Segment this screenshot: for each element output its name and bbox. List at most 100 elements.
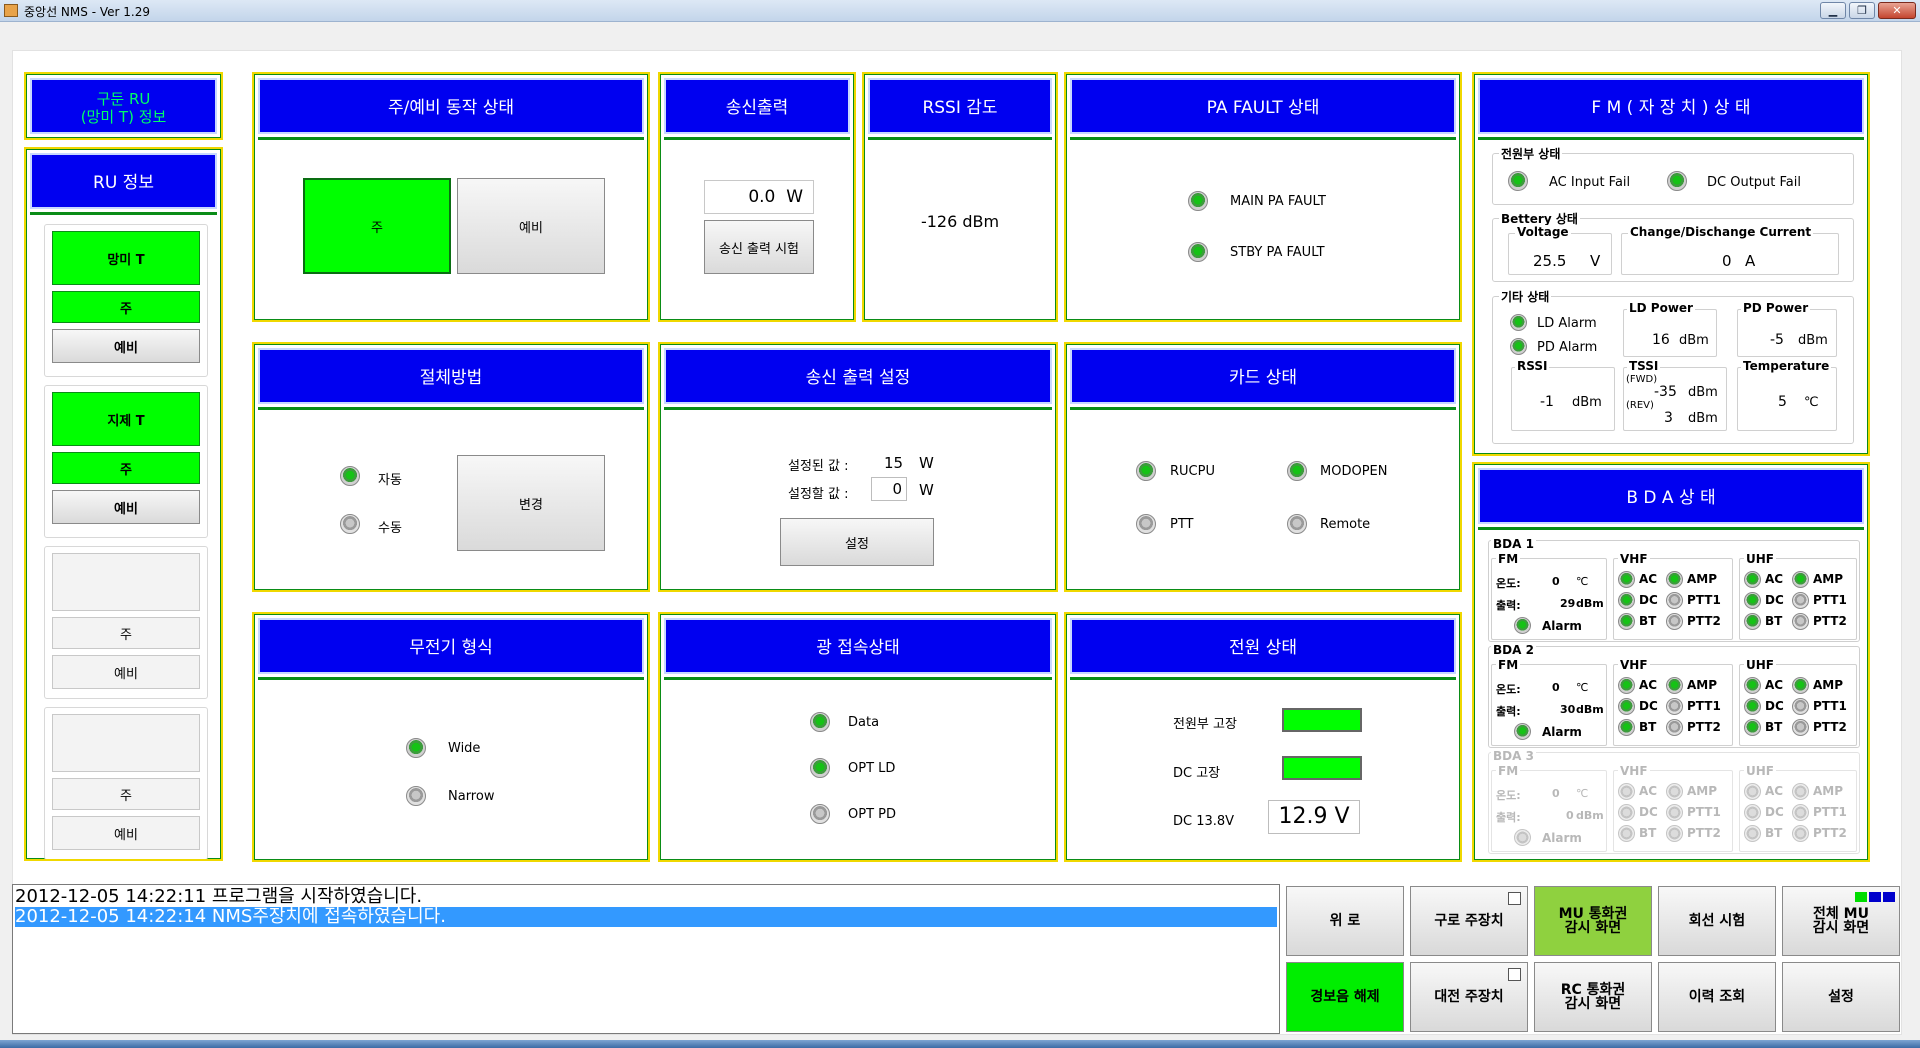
log-line-selected[interactable]: 2012-12-05 14:22:14 NMS주장치에 접속하였습니다. — [15, 907, 1277, 927]
bda-temp-label: 온도: — [1496, 577, 1521, 590]
uhf-amp-led — [1792, 783, 1809, 800]
pd-power-unit: dBm — [1798, 333, 1828, 348]
auto-radio[interactable] — [340, 466, 360, 486]
bda-unit-1: BDA 1 FM 온도: 0 ℃ 출력: 29 dBm Alarm VHF AC… — [1488, 537, 1860, 642]
ru-slot-name[interactable] — [52, 714, 200, 772]
tx-output-body: 0.0 W 송신 출력 시험 — [664, 137, 850, 316]
uhf-dc-led — [1744, 592, 1761, 609]
ru-main-button[interactable]: 주 — [52, 291, 200, 323]
bda-output-unit: dBm — [1576, 809, 1604, 822]
rssi-panel: RSSI 감도 -126 dBm — [862, 72, 1058, 322]
bda-vhf-box: VHF AC AMP DC PTT1 BT PTT2 — [1613, 552, 1733, 640]
close-button[interactable]: ✕ — [1878, 2, 1916, 19]
tssi-fwd-value: -35 — [1654, 384, 1677, 400]
guro-main-unit-button[interactable]: 구로 주장치 — [1410, 886, 1528, 956]
repeater-type-title: 무전기 형식 — [258, 618, 644, 674]
main-pa-fault-led — [1188, 191, 1208, 211]
ld-power-value: 16 — [1652, 332, 1670, 348]
ru-main-button[interactable]: 주 — [52, 778, 200, 810]
bda-alarm-label: Alarm — [1542, 725, 1582, 739]
daejeon-checkbox[interactable] — [1508, 968, 1521, 981]
ru-standby-button[interactable]: 예비 — [52, 490, 200, 524]
ru-slot-name[interactable] — [52, 553, 200, 611]
power-status-title: 전원 상태 — [1070, 618, 1456, 674]
event-log[interactable]: 2012-12-05 14:22:11 프로그램을 시작하였습니다. 2012-… — [12, 884, 1280, 1034]
tssi-fwd-unit: dBm — [1688, 385, 1718, 400]
ptt-led — [1136, 514, 1156, 534]
bda-alarm-label: Alarm — [1542, 619, 1582, 633]
ru-slot-name[interactable]: 망미 T — [52, 231, 200, 285]
manual-radio[interactable] — [340, 514, 360, 534]
vhf-amp-label: AMP — [1687, 784, 1718, 798]
uhf-ac-led — [1744, 677, 1761, 694]
guro-checkbox[interactable] — [1508, 892, 1521, 905]
ru-standby-button[interactable]: 예비 — [52, 329, 200, 363]
settings-button[interactable]: 설정 — [1782, 962, 1900, 1032]
voltage-unit: V — [1590, 252, 1601, 270]
tx-setting-title: 송신 출력 설정 — [664, 348, 1052, 404]
rc-coverage-button[interactable]: RC 통화권 감시 화면 — [1534, 962, 1652, 1032]
ru-slot-2: 지제 T 주 예비 — [44, 385, 208, 538]
ru-main-button[interactable]: 주 — [52, 452, 200, 484]
bda-uhf-box: UHF AC AMP DC PTT1 BT PTT2 — [1739, 552, 1857, 640]
ru-standby-button[interactable]: 예비 — [52, 655, 200, 689]
uhf-dc-led — [1744, 698, 1761, 715]
maximize-button[interactable]: ❐ — [1849, 2, 1875, 19]
bda-temp-unit: ℃ — [1576, 575, 1589, 588]
vhf-ptt2-led — [1666, 613, 1683, 630]
vhf-ptt1-label: PTT1 — [1687, 699, 1721, 713]
apply-setting-button[interactable]: 설정 — [780, 518, 934, 566]
uhf-dc-label: DC — [1765, 699, 1784, 713]
mu-coverage-button[interactable]: MU 통화권 감시 화면 — [1534, 886, 1652, 956]
vhf-ac-led — [1618, 783, 1635, 800]
fm-rssi-label: RSSI — [1515, 359, 1550, 373]
uhf-amp-label: AMP — [1813, 678, 1844, 692]
standby-button[interactable]: 예비 — [457, 178, 605, 274]
op-status-body: 주 예비 — [258, 137, 644, 316]
ru-slot-name[interactable]: 지제 T — [52, 392, 200, 446]
bda-temp-unit: ℃ — [1576, 787, 1589, 800]
pd-power-box: PD Power -5 dBm — [1737, 301, 1837, 357]
drive-info-panel: 구둔 RU (망미 T) 정보 — [24, 72, 223, 140]
bda-unit-name: BDA 1 — [1491, 537, 1536, 551]
bda-temp-label: 온도: — [1496, 683, 1521, 696]
bda-temp-unit: ℃ — [1576, 681, 1589, 694]
input-value-label: 설정할 값 : — [788, 487, 849, 502]
dc-output-fail-led — [1667, 171, 1687, 191]
tx-output-test-button[interactable]: 송신 출력 시험 — [704, 220, 814, 274]
vhf-dc-led — [1618, 804, 1635, 821]
uhf-bt-label: BT — [1765, 614, 1783, 628]
bda-alarm-led — [1514, 829, 1531, 846]
wide-radio[interactable] — [406, 738, 426, 758]
main-button[interactable]: 주 — [303, 178, 451, 274]
up-button[interactable]: 위 로 — [1286, 886, 1404, 956]
remote-label: Remote — [1320, 517, 1371, 532]
bda-fm-box: FM 온도: 0 ℃ 출력: 30 dBm Alarm — [1491, 658, 1607, 746]
card-status-title: 카드 상태 — [1070, 348, 1456, 404]
bda-output-label: 출력: — [1496, 705, 1521, 718]
daejeon-main-unit-button[interactable]: 대전 주장치 — [1410, 962, 1528, 1032]
vhf-dc-label: DC — [1639, 593, 1658, 607]
history-button[interactable]: 이력 조회 — [1658, 962, 1776, 1032]
line-test-button[interactable]: 회선 시험 — [1658, 886, 1776, 956]
change-button[interactable]: 변경 — [457, 455, 605, 551]
battery-section: Bettery 상태 Voltage 25.5 V Change/Dischan… — [1492, 210, 1854, 282]
narrow-radio[interactable] — [406, 786, 426, 806]
bda-alarm-led — [1514, 617, 1531, 634]
vhf-dc-led — [1618, 592, 1635, 609]
pa-fault-title: PA FAULT 상태 — [1070, 78, 1456, 134]
ru-standby-button[interactable]: 예비 — [52, 816, 200, 850]
temperature-label: Temperature — [1741, 359, 1832, 373]
switch-method-panel: 절체방법 자동 수동 변경 — [252, 342, 650, 592]
log-line[interactable]: 2012-12-05 14:22:11 프로그램을 시작하였습니다. — [15, 887, 1277, 907]
tssi-box: TSSI (FWD) -35 dBm (REV) 3 dBm — [1623, 359, 1727, 431]
ru-main-button[interactable]: 주 — [52, 617, 200, 649]
uhf-ptt2-led — [1792, 719, 1809, 736]
all-mu-monitor-button[interactable]: 전체 MU 감시 화면 — [1782, 886, 1900, 956]
alarm-off-button[interactable]: 경보음 해제 — [1286, 962, 1404, 1032]
uhf-ac-label: AC — [1765, 572, 1784, 586]
repeater-type-panel: 무전기 형식 Wide Narrow — [252, 612, 650, 862]
vhf-amp-led — [1666, 783, 1683, 800]
minimize-button[interactable]: ▁ — [1820, 2, 1846, 19]
input-value-field[interactable]: 0 — [871, 477, 907, 501]
